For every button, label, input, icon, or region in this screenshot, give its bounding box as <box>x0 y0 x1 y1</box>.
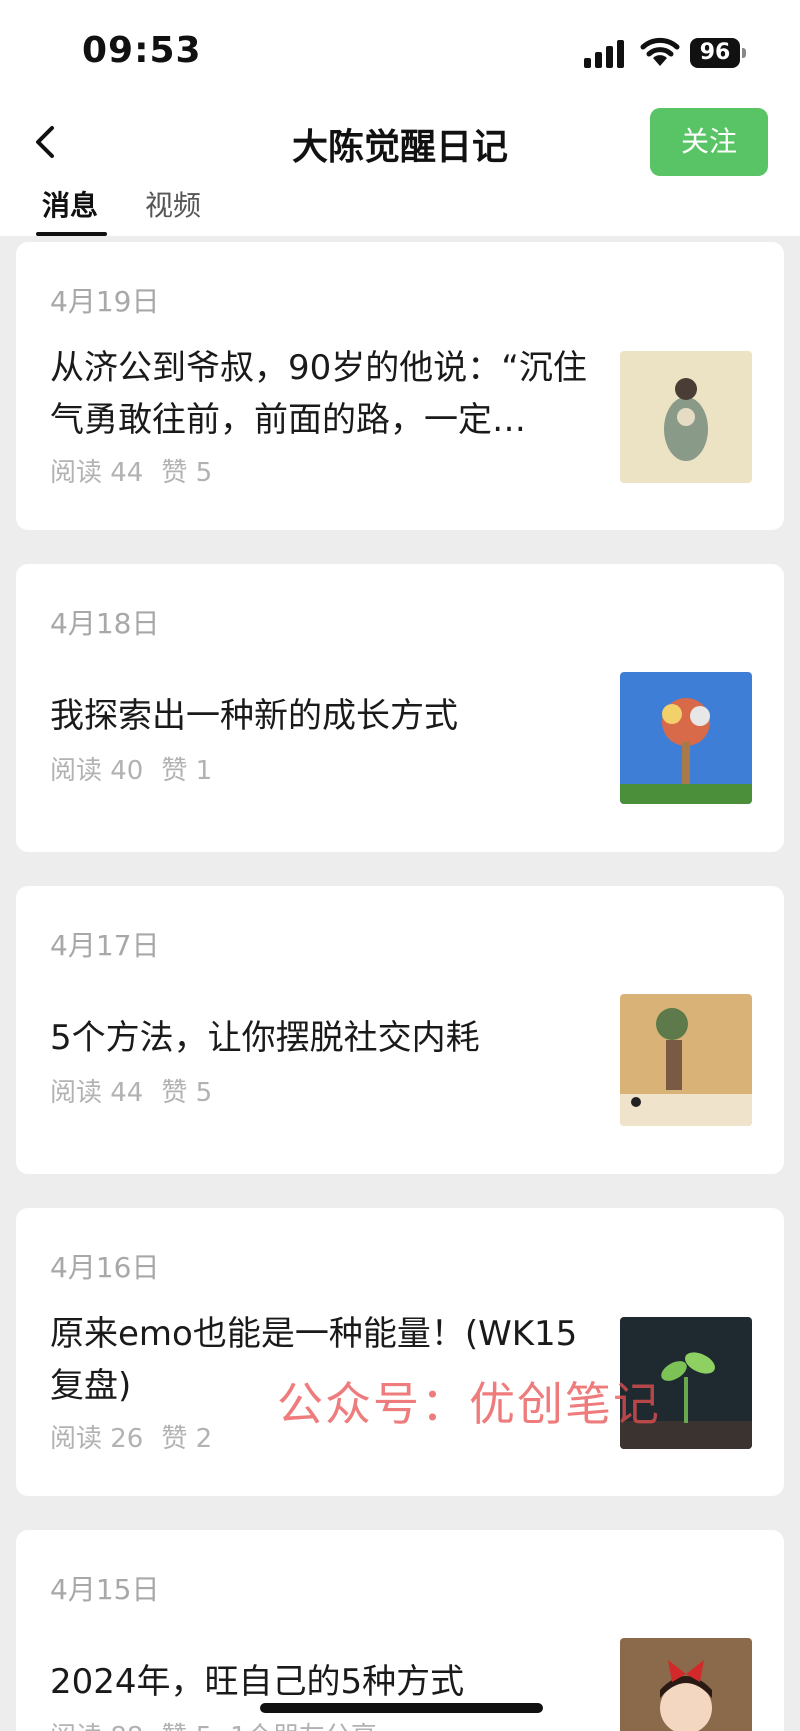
article-date: 4月15日 <box>50 1573 160 1606</box>
battery-level: 96 <box>690 38 740 68</box>
article-card[interactable]: 4月17日 5个方法，让你摆脱社交内耗 阅读 44 赞 5 <box>16 886 784 1174</box>
tab-videos[interactable]: 视频 <box>145 184 201 224</box>
tab-messages[interactable]: 消息 <box>42 184 98 224</box>
like-count: 赞 5 <box>161 1078 213 1108</box>
article-date: 4月17日 <box>50 929 160 962</box>
article-thumbnail[interactable] <box>620 351 752 483</box>
article-stats: 阅读 44 赞 5 <box>50 1072 212 1109</box>
article-thumbnail[interactable] <box>620 672 752 804</box>
share-info: 1个朋友分享 <box>230 1722 377 1731</box>
article-title[interactable]: 5个方法，让你摆脱社交内耗 <box>50 1012 605 1064</box>
like-count: 赞 5 <box>161 458 213 488</box>
wifi-icon <box>640 37 680 66</box>
article-thumbnail[interactable] <box>620 994 752 1126</box>
tab-bar: 消息 视频 <box>0 184 800 236</box>
battery-icon: 96 <box>690 38 746 68</box>
cellular-signal-icon <box>584 40 626 68</box>
article-stats: 阅读 40 赞 1 <box>50 750 212 787</box>
article-title[interactable]: 我探索出一种新的成长方式 <box>50 690 605 742</box>
article-card[interactable]: 4月15日 2024年，旺自己的5种方式 阅读 88 赞 5 1个朋友分享 <box>16 1530 784 1731</box>
article-stats: 阅读 26 赞 2 <box>50 1418 212 1455</box>
screen: 09:53 96 大陈觉醒日记 关注 消息 视频 4月19日 从济公到爷叔，90… <box>0 0 800 1731</box>
status-time: 09:53 <box>82 30 202 71</box>
article-card[interactable]: 4月19日 从济公到爷叔，90岁的他说：“沉住气勇敢往前，前面的路，一定… 阅读… <box>16 242 784 530</box>
like-count: 赞 1 <box>161 756 213 786</box>
article-stats: 阅读 44 赞 5 <box>50 452 212 489</box>
read-count: 阅读 40 <box>50 756 144 786</box>
article-date: 4月16日 <box>50 1251 160 1284</box>
article-date: 4月19日 <box>50 285 160 318</box>
like-count: 赞 2 <box>161 1424 213 1454</box>
article-title[interactable]: 从济公到爷叔，90岁的他说：“沉住气勇敢往前，前面的路，一定… <box>50 342 605 446</box>
follow-button[interactable]: 关注 <box>650 108 768 176</box>
watermark-text: 公众号：优创笔记 <box>277 1377 661 1431</box>
read-count: 阅读 44 <box>50 1078 144 1108</box>
read-count: 阅读 44 <box>50 458 144 488</box>
active-tab-indicator <box>36 232 107 236</box>
article-thumbnail[interactable] <box>620 1638 752 1731</box>
article-title[interactable]: 2024年，旺自己的5种方式 <box>50 1656 605 1708</box>
article-stats: 阅读 88 赞 5 1个朋友分享 <box>50 1716 377 1731</box>
article-card[interactable]: 4月18日 我探索出一种新的成长方式 阅读 40 赞 1 <box>16 564 784 852</box>
article-date: 4月18日 <box>50 607 160 640</box>
like-count: 赞 5 <box>161 1722 212 1731</box>
home-indicator <box>260 1703 543 1713</box>
read-count: 阅读 88 <box>50 1722 143 1731</box>
read-count: 阅读 26 <box>50 1424 144 1454</box>
header-area: 09:53 96 大陈觉醒日记 关注 消息 视频 <box>0 0 800 236</box>
article-card[interactable]: 4月16日 原来emo也能是一种能量！(WK15复盘) 阅读 26 赞 2 <box>16 1208 784 1496</box>
